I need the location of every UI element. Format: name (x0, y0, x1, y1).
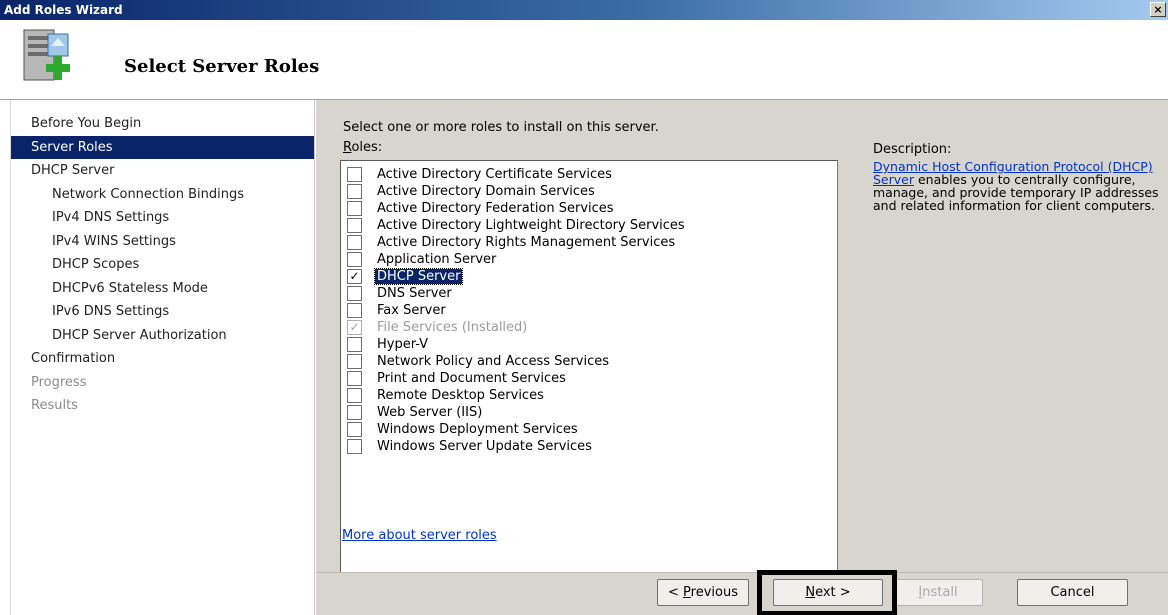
role-item[interactable]: Application Server (341, 251, 837, 268)
role-item[interactable]: Windows Deployment Services (341, 421, 837, 438)
role-item[interactable]: Network Policy and Access Services (341, 353, 837, 370)
next-button-highlight (757, 570, 897, 615)
role-label: Application Server (377, 252, 497, 267)
role-checkbox[interactable] (347, 235, 362, 250)
role-label: Active Directory Rights Management Servi… (377, 235, 676, 250)
role-checkbox[interactable] (347, 439, 362, 454)
role-item[interactable]: Fax Server (341, 302, 837, 319)
nav-step-dhcpv6-stateless-mode[interactable]: DHCPv6 Stateless Mode (11, 277, 314, 301)
role-label: Hyper-V (377, 337, 429, 352)
more-about-roles-link[interactable]: More about server roles (342, 528, 497, 543)
role-checkbox: ✓ (347, 320, 362, 335)
description-body: enables you to centrally configure, mana… (873, 172, 1159, 213)
roles-label: Roles: (343, 140, 383, 155)
role-label: Print and Document Services (377, 371, 566, 386)
role-item[interactable]: Active Directory Certificate Services (341, 166, 837, 183)
role-checkbox[interactable] (347, 252, 362, 267)
role-item[interactable]: Hyper-V (341, 336, 837, 353)
role-label: Remote Desktop Services (377, 388, 544, 403)
role-item[interactable]: Active Directory Federation Services (341, 200, 837, 217)
role-label: Windows Server Update Services (377, 439, 592, 454)
wizard-header: Select Server Roles (0, 20, 1168, 100)
nav-step-dhcp-server-authorization[interactable]: DHCP Server Authorization (11, 324, 314, 348)
role-checkbox[interactable] (347, 405, 362, 420)
nav-step-ipv4-wins-settings[interactable]: IPv4 WINS Settings (11, 230, 314, 254)
window-title: Add Roles Wizard (4, 3, 123, 17)
roles-list[interactable]: Active Directory Certificate Services Act… (340, 160, 838, 582)
role-label: DNS Server (377, 286, 452, 301)
role-checkbox[interactable] (347, 371, 362, 386)
role-label: Network Policy and Access Services (377, 354, 609, 369)
page-title: Select Server Roles (124, 56, 320, 77)
cancel-button[interactable]: Cancel (1017, 579, 1128, 606)
server-add-icon (23, 29, 70, 81)
title-bar: Add Roles Wizard × (0, 0, 1168, 20)
role-item[interactable]: ✓ DHCP Server (341, 268, 837, 285)
nav-step-ipv4-dns-settings[interactable]: IPv4 DNS Settings (11, 206, 314, 230)
instruction-text: Select one or more roles to install on t… (343, 120, 659, 135)
role-checkbox[interactable] (347, 286, 362, 301)
role-item[interactable]: Web Server (IIS) (341, 404, 837, 421)
role-checkbox[interactable] (347, 167, 362, 182)
role-checkbox[interactable] (347, 422, 362, 437)
role-checkbox[interactable] (347, 303, 362, 318)
role-label: Active Directory Lightweight Directory S… (377, 218, 685, 233)
role-label: DHCP Server (373, 268, 464, 285)
role-checkbox[interactable] (347, 354, 362, 369)
wizard-steps-nav: Before You Begin Server Roles DHCP Server N… (10, 100, 315, 615)
role-item[interactable]: Active Directory Rights Management Servi… (341, 234, 837, 251)
role-checkbox[interactable] (347, 218, 362, 233)
main-content: Select one or more roles to install on t… (316, 100, 1168, 582)
role-label: Windows Deployment Services (377, 422, 578, 437)
nav-step-confirmation[interactable]: Confirmation (11, 347, 314, 371)
close-button[interactable]: × (1150, 2, 1166, 17)
role-checkbox[interactable] (347, 201, 362, 216)
role-item[interactable]: Windows Server Update Services (341, 438, 837, 455)
previous-button[interactable]: < Previous (657, 579, 749, 606)
wizard-footer: < Previous Next > Install Cancel (316, 570, 1168, 615)
role-checkbox[interactable] (347, 184, 362, 199)
checkmark-icon: ✓ (349, 269, 360, 283)
role-item[interactable]: Active Directory Domain Services (341, 183, 837, 200)
role-label: Active Directory Federation Services (377, 201, 614, 216)
nav-step-dhcp-server[interactable]: DHCP Server (11, 159, 314, 183)
role-item[interactable]: Active Directory Lightweight Directory S… (341, 217, 837, 234)
role-item[interactable]: ✓ File Services (Installed) (341, 319, 837, 336)
nav-step-before-you-begin[interactable]: Before You Begin (11, 112, 314, 136)
role-checkbox[interactable] (347, 388, 362, 403)
role-label: Active Directory Domain Services (377, 184, 595, 199)
description-label: Description: (873, 142, 952, 157)
nav-step-results: Results (31, 398, 78, 413)
role-label: File Services (Installed) (377, 320, 528, 335)
checkmark-icon: ✓ (349, 320, 360, 334)
description-text: Dynamic Host Configuration Protocol (DHC… (873, 160, 1163, 212)
role-checkbox[interactable] (347, 337, 362, 352)
role-label: Active Directory Certificate Services (377, 167, 612, 182)
role-checkbox[interactable]: ✓ (347, 269, 362, 284)
install-button[interactable]: Install (893, 579, 983, 606)
role-item[interactable]: Print and Document Services (341, 370, 837, 387)
nav-step-dhcp-scopes[interactable]: DHCP Scopes (11, 253, 314, 277)
role-item[interactable]: Remote Desktop Services (341, 387, 837, 404)
role-label: Web Server (IIS) (377, 405, 483, 420)
nav-step-network-connection-bindings[interactable]: Network Connection Bindings (11, 183, 314, 207)
nav-step-server-roles[interactable]: Server Roles (11, 135, 314, 159)
nav-step-progress: Progress (31, 374, 87, 390)
close-icon: × (1153, 3, 1163, 16)
role-label: Fax Server (377, 303, 446, 318)
role-item[interactable]: DNS Server (341, 285, 837, 302)
nav-step-ipv6-dns-settings[interactable]: IPv6 DNS Settings (11, 300, 314, 324)
